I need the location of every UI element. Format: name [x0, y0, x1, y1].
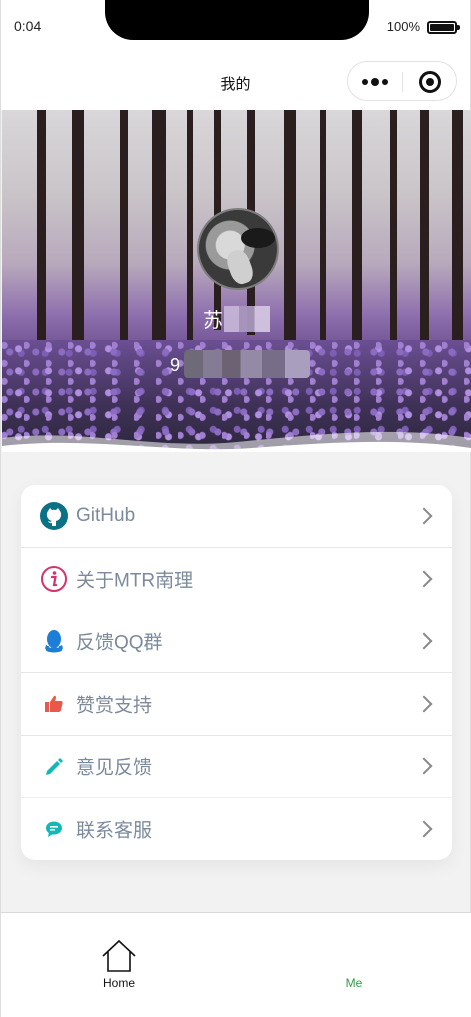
avatar[interactable]	[197, 208, 279, 290]
navigation-bar: 我的	[1, 54, 470, 110]
status-time: 0:04	[14, 18, 42, 34]
menu-item-donate[interactable]: 赞赏支持	[21, 673, 452, 736]
user-id-redaction	[184, 350, 310, 378]
tab-label: Home	[102, 976, 135, 990]
info-icon	[39, 564, 69, 594]
menu-label: 意见反馈	[76, 757, 153, 779]
tab-me[interactable]: Me	[294, 913, 414, 1003]
chevron-right-icon	[415, 507, 433, 525]
user-id: 9	[170, 355, 181, 375]
menu-item-feedback[interactable]: 意见反馈	[21, 735, 452, 798]
username-redaction	[224, 306, 270, 332]
menu-label: 联系客服	[76, 820, 153, 842]
chevron-right-icon	[415, 570, 433, 588]
menu-item-github[interactable]: GitHub	[21, 485, 452, 548]
username: 苏	[203, 310, 224, 332]
menu-label: 赞赏支持	[76, 695, 153, 717]
tab-bar: Home Me	[1, 912, 471, 1017]
chevron-right-icon	[415, 757, 433, 775]
menu-item-qq-group[interactable]: 反馈QQ群	[21, 610, 452, 673]
menu-label: 反馈QQ群	[76, 632, 163, 654]
menu-item-about[interactable]: 关于MTR南理	[21, 548, 452, 611]
wave-divider	[2, 431, 471, 452]
github-icon	[39, 501, 69, 531]
device-notch	[105, 0, 369, 40]
chevron-right-icon	[415, 632, 433, 650]
menu-label: 关于MTR南理	[76, 570, 194, 592]
home-icon	[102, 939, 136, 972]
menu-label: GitHub	[76, 505, 136, 527]
capsule-divider	[402, 72, 403, 92]
chevron-right-icon	[415, 695, 433, 713]
qq-icon	[39, 626, 69, 656]
more-options-icon[interactable]	[362, 78, 388, 86]
battery-tip	[457, 25, 460, 30]
profile-header: 苏 9	[2, 110, 471, 452]
mini-program-capsule	[347, 61, 457, 101]
menu-item-customer-service[interactable]: 联系客服	[21, 798, 452, 861]
chat-icon	[39, 814, 69, 844]
status-bar: 0:04 100%	[1, 0, 470, 54]
close-mini-program-icon[interactable]	[419, 71, 441, 93]
tab-label: Me	[345, 976, 363, 990]
tab-home[interactable]: Home	[59, 913, 179, 1003]
thumbs-up-icon	[39, 689, 69, 719]
battery-icon	[427, 21, 457, 34]
pencil-icon	[39, 751, 69, 781]
menu-card: GitHub 关于MTR南理 反馈QQ群 赞赏支持 意见反馈 联系客服	[21, 485, 452, 860]
phone-screen: 0:04 100% 我的 苏 9 GitHub 关于MTR南理 反馈QQ群 赞赏…	[0, 0, 471, 1017]
chevron-right-icon	[415, 820, 433, 838]
battery-percentage: 100%	[386, 19, 420, 34]
